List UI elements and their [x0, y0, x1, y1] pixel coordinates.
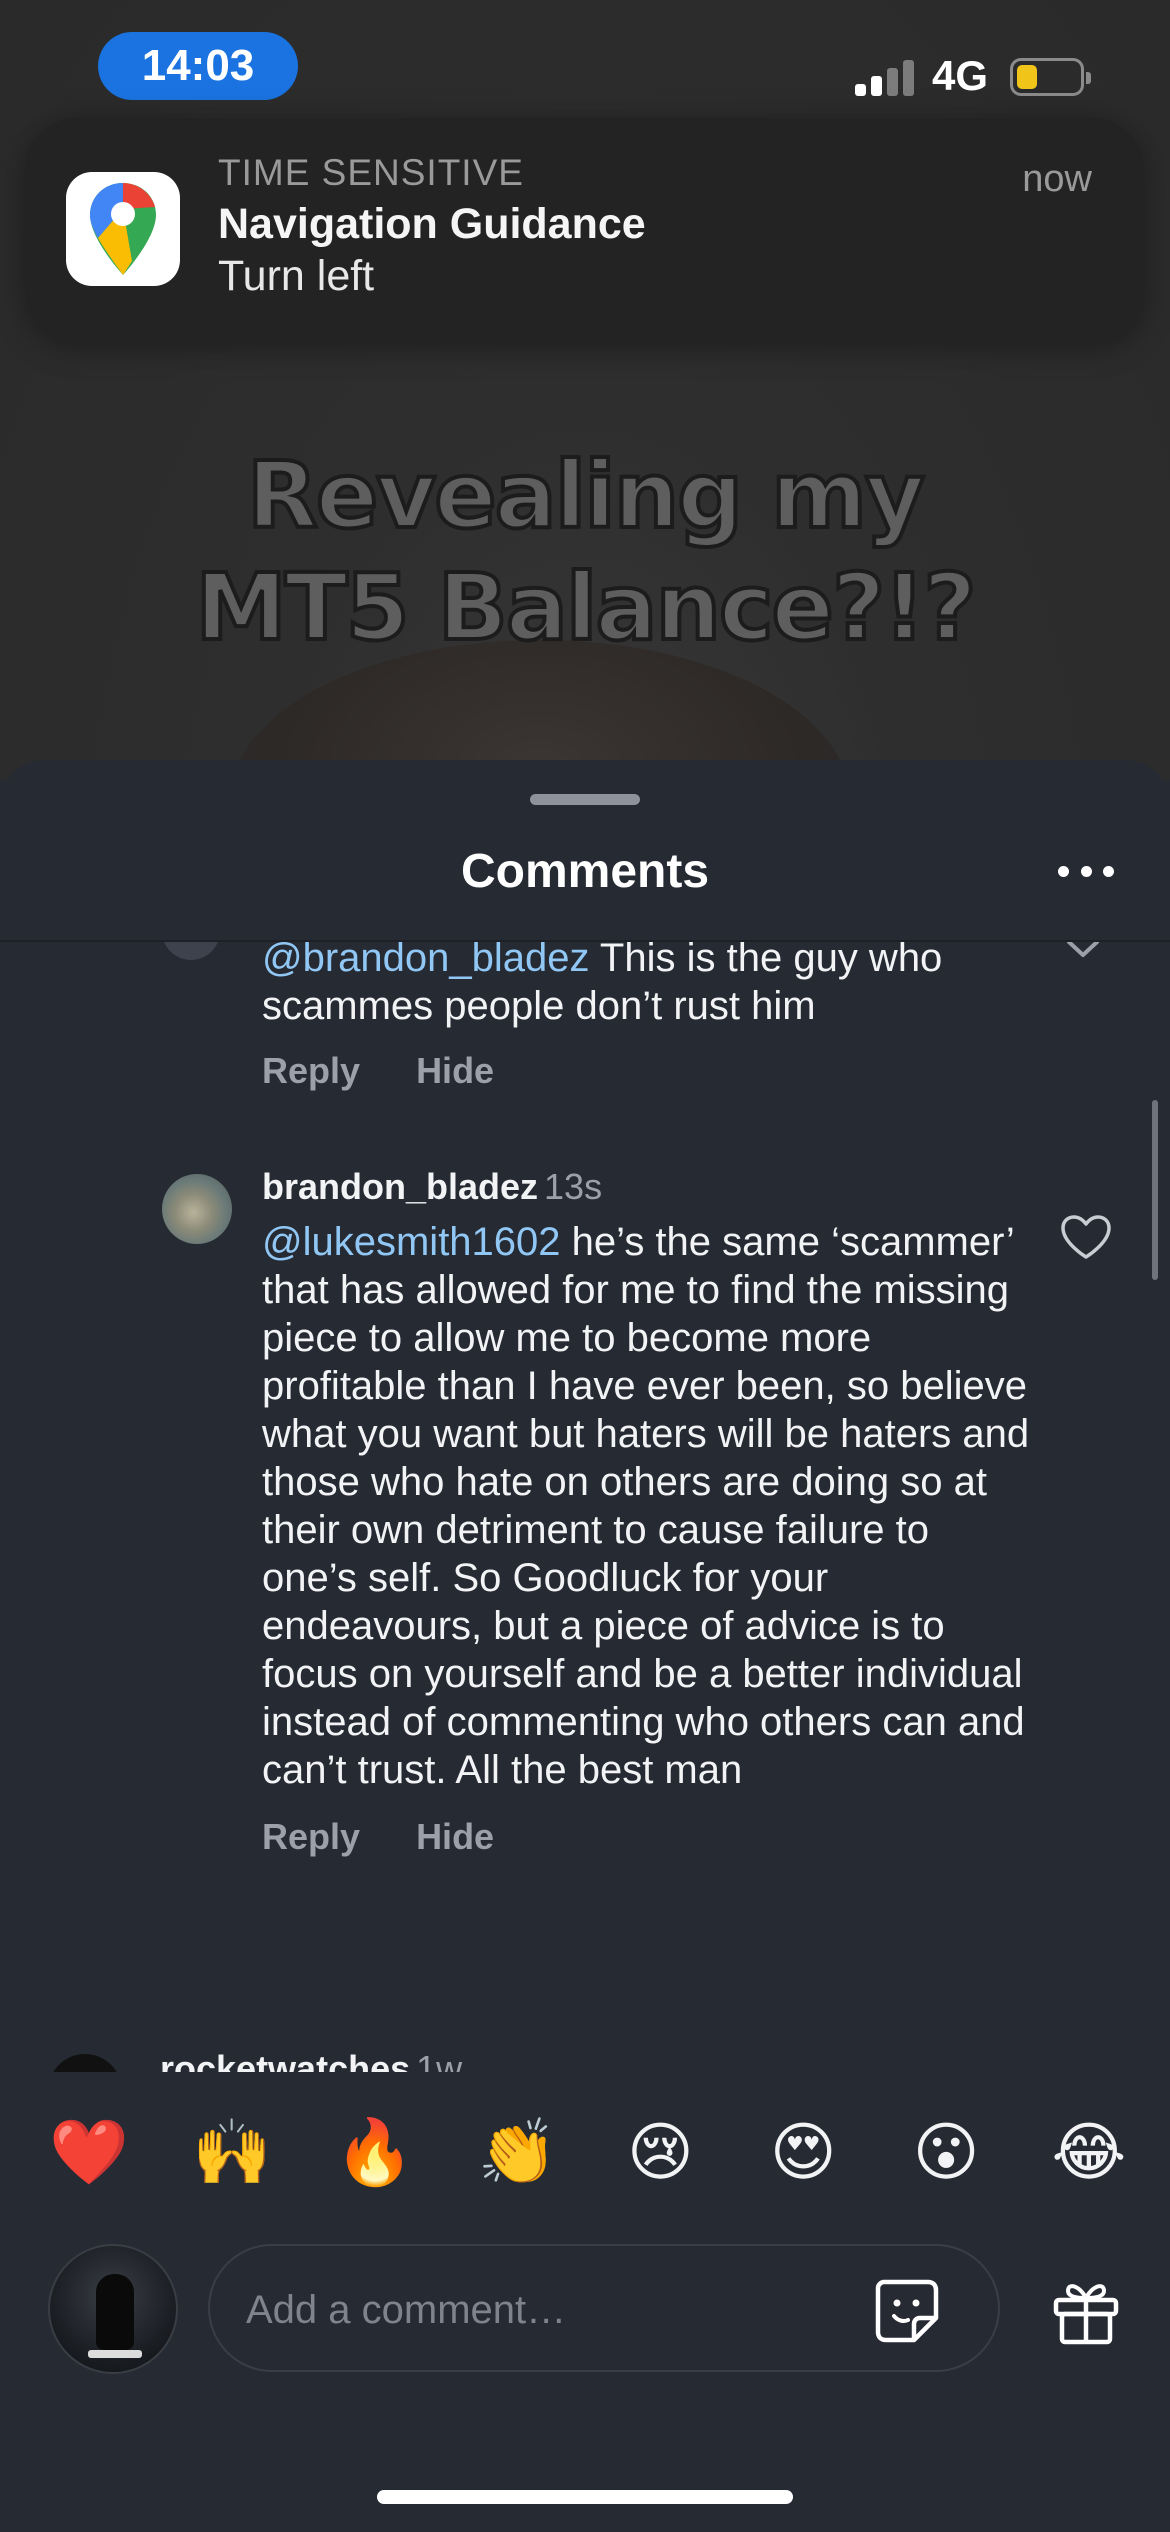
comment-input[interactable]: [246, 2276, 806, 2344]
video-caption: Revealing my MT5 Balance?!?: [0, 440, 1170, 664]
emoji-raised-hands[interactable]: 🙌: [187, 2112, 277, 2192]
battery-icon: [1010, 58, 1091, 96]
google-maps-icon: [66, 172, 180, 286]
comment-mention[interactable]: @brandon_bladez: [262, 942, 590, 980]
emoji-heart[interactable]: ❤️: [44, 2112, 134, 2192]
heart-outline-icon[interactable]: [1060, 1214, 1112, 1260]
home-indicator[interactable]: [377, 2490, 793, 2504]
comment-age: 13s: [544, 1166, 603, 1207]
comment-actions: Reply Hide: [262, 1816, 1032, 1858]
comment-username[interactable]: brandon_bladez: [262, 1166, 538, 1207]
network-type: 4G: [932, 52, 989, 99]
hide-button[interactable]: Hide: [416, 1816, 494, 1857]
notification-title: Navigation Guidance: [218, 200, 646, 248]
more-horizontal-icon[interactable]: [1058, 866, 1114, 880]
emoji-surprised[interactable]: 😮: [901, 2112, 991, 2192]
notification-body: Turn left: [218, 252, 375, 300]
emoji-heart-eyes[interactable]: 😍: [758, 2112, 848, 2192]
chevron-down-icon[interactable]: [1066, 942, 1100, 960]
comment-actions: Reply Hide: [262, 1050, 1032, 1092]
notification-banner[interactable]: TIME SENSITIVE Navigation Guidance Turn …: [26, 118, 1144, 344]
comment-item: brandon_bladez 13s @lukesmith1602 he’s th…: [262, 1166, 1032, 1858]
status-time-pill[interactable]: 14:03: [98, 32, 298, 100]
emoji-fire[interactable]: 🔥: [330, 2112, 420, 2192]
video-caption-line-2: MT5 Balance?!?: [193, 552, 978, 663]
avatar[interactable]: [162, 942, 220, 960]
comment-input-container[interactable]: [208, 2244, 1000, 2372]
comment-mention[interactable]: @lukesmith1602: [262, 1220, 561, 1264]
reply-button[interactable]: Reply: [262, 1050, 360, 1091]
sheet-title: Comments: [460, 845, 710, 898]
scrollbar[interactable]: [1152, 1100, 1158, 1280]
gift-icon[interactable]: [1050, 2274, 1122, 2346]
comment-author[interactable]: brandon_bladez 13s: [262, 1166, 1032, 1208]
sticker-icon[interactable]: [870, 2274, 942, 2346]
sheet-grabber[interactable]: [530, 794, 640, 805]
comment-body: he’s the same ‘scammer’ that has allowed…: [262, 1220, 1030, 1792]
comment-item: @brandon_bladez This is the guy who scam…: [262, 942, 1032, 1092]
emoji-quick-reactions: ❤️ 🙌 🔥 👏 😢 😍 😮 😂: [44, 2112, 1134, 2192]
emoji-crying[interactable]: 😢: [615, 2112, 705, 2192]
notification-time: now: [1022, 158, 1092, 200]
comment-text: @brandon_bladez This is the guy who scam…: [262, 942, 1032, 1030]
emoji-clap[interactable]: 👏: [473, 2112, 563, 2192]
comment-text: @lukesmith1602 he’s the same ‘scammer’ t…: [262, 1218, 1032, 1794]
cellular-signal-icon: [855, 58, 917, 96]
video-caption-line-1: Revealing my: [245, 440, 927, 551]
my-avatar[interactable]: [48, 2244, 178, 2374]
reply-button[interactable]: Reply: [262, 1816, 360, 1857]
emoji-laughing[interactable]: 😂: [1044, 2112, 1134, 2192]
hide-button[interactable]: Hide: [416, 1050, 494, 1091]
notification-kicker: TIME SENSITIVE: [218, 152, 524, 193]
avatar[interactable]: [162, 1174, 232, 1244]
